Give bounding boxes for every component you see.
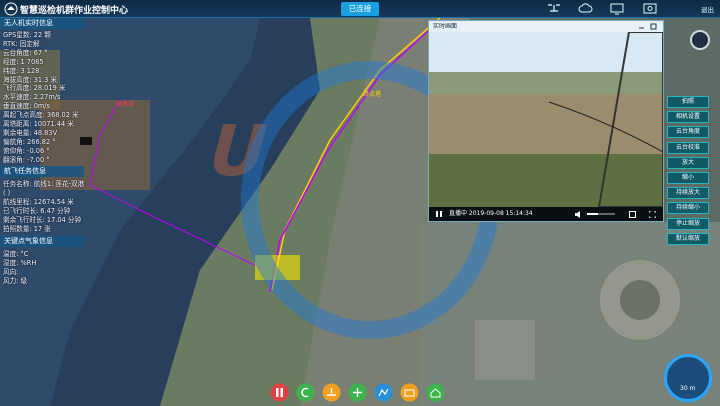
return-icon[interactable] bbox=[296, 383, 315, 402]
app-title: 智慧巡检机群作业控制中心 bbox=[20, 6, 129, 16]
weather-panel-title: 关键点气象信息 bbox=[0, 236, 84, 247]
weather-row: 风力: 级 bbox=[3, 276, 28, 285]
top-bar: 智慧巡检机群作业控制中心 已连接 退出 bbox=[0, 0, 720, 18]
status-row: 纬度: 3 128 bbox=[3, 66, 40, 75]
connection-status-badge[interactable]: 已连接 bbox=[341, 2, 379, 16]
mission-row: 已飞行时长: 6.47 分钟 bbox=[3, 206, 71, 215]
live-video-window[interactable]: 实时画面 直播中 2019-09-08 15:14:34 bbox=[428, 20, 664, 222]
camera-control-panel: 拍照 相机设置 云台角度 云台校准 放大 缩小 持续放大 持续缩小 停止缩放 默… bbox=[667, 96, 711, 248]
waypoint-icon[interactable] bbox=[374, 383, 393, 402]
video-timestamp: 直播中 2019-09-08 15:14:34 bbox=[449, 210, 533, 217]
mission-panel-title: 航飞任务信息 bbox=[0, 166, 84, 177]
weather-row: 湿度: %RH bbox=[3, 258, 37, 267]
weather-panel: 温度: °C 湿度: %RH 风向: 风力: 级 bbox=[3, 250, 36, 286]
flight-toolbar bbox=[270, 383, 450, 403]
status-row: 离塔距离: 10071.44 米 bbox=[3, 120, 74, 129]
pause-icon[interactable] bbox=[435, 210, 443, 218]
status-row: GPS星数: 22 颗 bbox=[3, 31, 51, 39]
status-row: 飞行高度: 28.019 米 bbox=[3, 84, 66, 93]
settings-icon[interactable] bbox=[642, 2, 658, 15]
drone-icon[interactable] bbox=[546, 2, 562, 15]
land-icon[interactable] bbox=[322, 383, 341, 402]
fullscreen-icon[interactable] bbox=[649, 211, 656, 218]
status-panel-title: 无人机实时信息 bbox=[0, 18, 84, 29]
takeoff-icon[interactable] bbox=[348, 383, 367, 402]
volume-icon[interactable] bbox=[575, 211, 583, 218]
continuous-zoom-out-button[interactable]: 持续缩小 bbox=[667, 202, 709, 215]
status-row: 垂直速度: 0m/s bbox=[3, 102, 50, 111]
status-row: RTK: 固定解 bbox=[3, 39, 40, 48]
mission-row: 拍照数量: 17 张 bbox=[3, 224, 51, 233]
stop-zoom-button[interactable]: 停止缩放 bbox=[667, 217, 709, 230]
status-row: 翻滚角: -7.00 ° bbox=[3, 155, 50, 164]
maximize-icon[interactable] bbox=[650, 23, 657, 30]
mission-row: 剩余飞行时长: 17.04 分钟 bbox=[3, 215, 82, 224]
app-logo-icon bbox=[4, 2, 18, 16]
zoom-in-button[interactable]: 放大 bbox=[667, 156, 709, 169]
photo-icon[interactable] bbox=[400, 383, 419, 402]
status-panel: GPS星数: 22 颗 RTK: 固定解 云台角度: 67 ° 经度: 1 70… bbox=[3, 31, 79, 165]
cloud-icon[interactable] bbox=[578, 2, 594, 15]
weather-row: 风向: bbox=[3, 267, 19, 276]
camera-settings-button[interactable]: 相机设置 bbox=[667, 111, 709, 124]
volume-slider[interactable] bbox=[587, 213, 615, 215]
video-controls: 直播中 2019-09-08 15:14:34 bbox=[429, 207, 663, 221]
status-row: 水平速度: 2.27m/s bbox=[3, 93, 61, 102]
weather-row: 温度: °C bbox=[3, 250, 29, 258]
mission-row: 任务名称: 航线1: 莲花-双港 bbox=[3, 180, 85, 188]
default-zoom-button[interactable]: 默认缩放 bbox=[667, 232, 709, 245]
zoom-out-button[interactable]: 缩小 bbox=[667, 171, 709, 184]
home-icon[interactable] bbox=[426, 383, 445, 402]
map-marker-label: 出发点 bbox=[116, 100, 134, 108]
status-row: 偏航角: 266.82 ° bbox=[3, 137, 56, 146]
mission-row: ( ) bbox=[3, 188, 11, 197]
minimize-icon[interactable] bbox=[638, 23, 645, 30]
map-marker-label: 终点塔 bbox=[363, 90, 381, 98]
video-frame bbox=[429, 32, 663, 207]
status-row: 云台角度: 67 ° bbox=[3, 48, 48, 57]
monitor-icon[interactable] bbox=[609, 2, 625, 15]
continuous-zoom-in-button[interactable]: 持续放大 bbox=[667, 187, 709, 200]
gimbal-calibrate-button[interactable]: 云台校准 bbox=[667, 141, 709, 154]
photo-button[interactable]: 拍照 bbox=[667, 96, 709, 108]
mission-row: 航线里程: 12674.54 米 bbox=[3, 197, 74, 206]
video-title: 实时画面 bbox=[429, 21, 663, 32]
pause-icon[interactable] bbox=[270, 383, 289, 402]
exit-button[interactable]: 退出 bbox=[701, 4, 714, 14]
map-zoom-control[interactable] bbox=[664, 354, 712, 402]
status-row: 经度: 1 7085 bbox=[3, 57, 44, 66]
map-scale-label: 30 m bbox=[680, 385, 696, 392]
status-row: 剩余电量: 48.83V bbox=[3, 128, 58, 137]
compass-icon[interactable] bbox=[690, 30, 710, 50]
status-row: 离起飞点高度: 368.02 米 bbox=[3, 111, 79, 120]
mission-panel: 任务名称: 航线1: 莲花-双港 ( ) 航线里程: 12674.54 米 已飞… bbox=[3, 180, 84, 233]
gimbal-angle-button[interactable]: 云台角度 bbox=[667, 126, 709, 139]
pip-icon[interactable] bbox=[629, 211, 636, 218]
status-row: 俯仰角: -0.06 ° bbox=[3, 146, 50, 155]
